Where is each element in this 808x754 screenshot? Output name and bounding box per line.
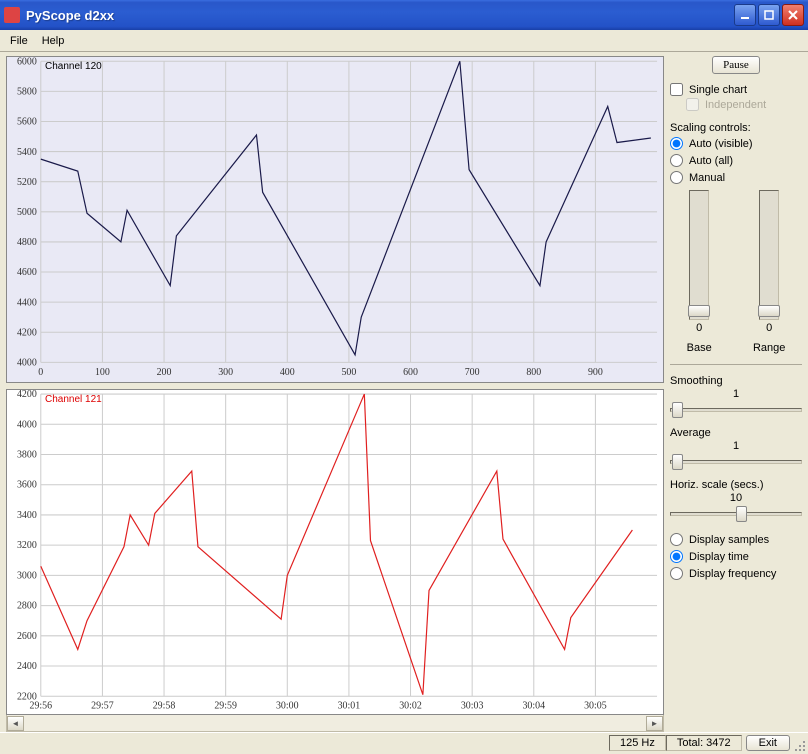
hscale-slider[interactable] [670, 505, 802, 523]
smoothing-slider[interactable] [670, 401, 802, 419]
minimize-button[interactable] [734, 4, 756, 26]
svg-text:2600: 2600 [17, 630, 37, 641]
svg-text:2400: 2400 [17, 660, 37, 671]
average-label: Average [670, 427, 802, 439]
svg-text:3400: 3400 [17, 509, 37, 520]
svg-text:29:57: 29:57 [91, 700, 114, 711]
svg-text:2800: 2800 [17, 600, 37, 611]
svg-text:3800: 3800 [17, 449, 37, 460]
menu-bar: File Help [0, 30, 808, 52]
charts-panel: Channel 120 4000420044004600480050005200… [6, 56, 664, 732]
hscale-label: Horiz. scale (secs.) [670, 479, 802, 491]
app-icon [4, 7, 20, 23]
menu-help[interactable]: Help [36, 33, 71, 49]
display-option-1[interactable]: Display time [670, 548, 802, 565]
average-slider[interactable] [670, 453, 802, 471]
close-button[interactable] [782, 4, 804, 26]
scaling-option-1[interactable]: Auto (all) [670, 152, 802, 169]
range-slider[interactable]: 0 Range [753, 190, 785, 354]
scaling-title: Scaling controls: [670, 120, 802, 135]
window-title: PyScope d2xx [26, 8, 734, 23]
svg-text:4400: 4400 [17, 297, 37, 308]
svg-text:5800: 5800 [17, 86, 37, 97]
svg-text:3200: 3200 [17, 540, 37, 551]
display-option-2[interactable]: Display frequency [670, 565, 802, 582]
svg-text:4000: 4000 [17, 419, 37, 430]
scaling-option-2[interactable]: Manual [670, 169, 802, 186]
exit-button[interactable]: Exit [746, 735, 790, 751]
svg-text:100: 100 [95, 367, 110, 378]
svg-text:700: 700 [465, 367, 480, 378]
chart-title-121: Channel 121 [45, 394, 102, 405]
chart-title-120: Channel 120 [45, 61, 102, 72]
svg-text:29:59: 29:59 [214, 700, 237, 711]
single-chart-checkbox[interactable]: Single chart [670, 82, 802, 97]
svg-text:29:58: 29:58 [153, 700, 176, 711]
svg-text:300: 300 [218, 367, 233, 378]
svg-text:500: 500 [341, 367, 356, 378]
svg-text:6000: 6000 [17, 57, 37, 68]
svg-text:30:00: 30:00 [276, 700, 299, 711]
svg-text:600: 600 [403, 367, 418, 378]
menu-file[interactable]: File [4, 33, 34, 49]
maximize-button[interactable] [758, 4, 780, 26]
chart-channel-120[interactable]: Channel 120 4000420044004600480050005200… [6, 56, 664, 383]
pause-button[interactable]: Pause [712, 56, 760, 74]
base-slider[interactable]: 0 Base [687, 190, 712, 354]
status-total: Total: 3472 [666, 735, 742, 751]
status-freq: 125 Hz [609, 735, 666, 751]
svg-text:30:03: 30:03 [461, 700, 484, 711]
scroll-right-arrow[interactable]: ► [646, 716, 663, 731]
svg-text:4000: 4000 [17, 357, 37, 368]
minimize-icon [740, 10, 750, 20]
svg-text:200: 200 [157, 367, 172, 378]
svg-text:5400: 5400 [17, 147, 37, 158]
horizontal-scrollbar[interactable]: ◄ ► [6, 715, 664, 732]
svg-text:5600: 5600 [17, 116, 37, 127]
chart-channel-121[interactable]: Channel 121 2200240026002800300032003400… [6, 389, 664, 716]
window-titlebar: PyScope d2xx [0, 0, 808, 30]
svg-text:4600: 4600 [17, 267, 37, 278]
display-option-0[interactable]: Display samples [670, 531, 802, 548]
resize-grip[interactable] [794, 740, 806, 752]
svg-text:30:02: 30:02 [399, 700, 422, 711]
independent-checkbox: Independent [686, 97, 802, 112]
svg-text:5000: 5000 [17, 207, 37, 218]
svg-text:400: 400 [280, 367, 295, 378]
svg-text:800: 800 [526, 367, 541, 378]
svg-text:5200: 5200 [17, 177, 37, 188]
controls-panel: Pause Single chart Independent Scaling c… [670, 56, 802, 732]
svg-text:3000: 3000 [17, 570, 37, 581]
svg-text:29:56: 29:56 [29, 700, 52, 711]
scaling-option-0[interactable]: Auto (visible) [670, 135, 802, 152]
svg-text:4200: 4200 [17, 390, 37, 400]
svg-text:30:04: 30:04 [522, 700, 545, 711]
svg-text:3600: 3600 [17, 479, 37, 490]
svg-text:4200: 4200 [17, 327, 37, 338]
svg-text:900: 900 [588, 367, 603, 378]
svg-text:4800: 4800 [17, 237, 37, 248]
svg-text:30:01: 30:01 [338, 700, 361, 711]
maximize-icon [764, 10, 774, 20]
close-icon [788, 10, 798, 20]
smoothing-label: Smoothing [670, 375, 802, 387]
scroll-left-arrow[interactable]: ◄ [7, 716, 24, 731]
svg-text:0: 0 [38, 367, 43, 378]
svg-text:30:05: 30:05 [584, 700, 607, 711]
status-bar: 125 Hz Total: 3472 Exit [0, 732, 808, 752]
